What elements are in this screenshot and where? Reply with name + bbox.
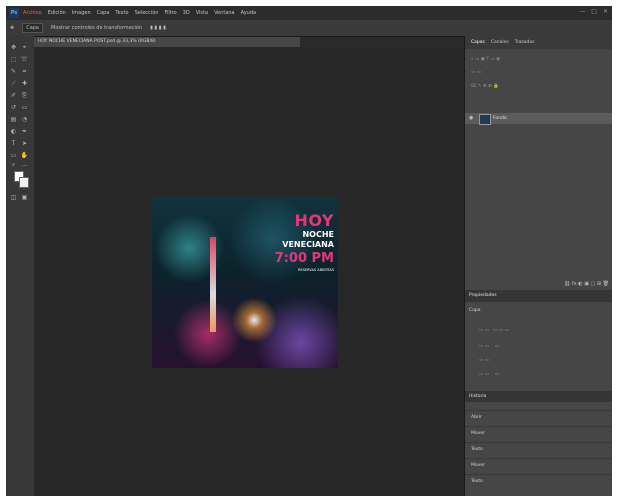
lock-row[interactable]: ⌧ ✎ ✥ ⊞ 🔒 <box>471 84 499 89</box>
transform-controls-checkbox[interactable]: Mostrar controles de transformación <box>51 25 142 31</box>
pen-tool-icon[interactable]: ✒ <box>20 128 29 136</box>
menu-file[interactable]: Archivo <box>23 10 42 16</box>
properties-panel-header: Propiedades <box>465 290 612 302</box>
eyedropper-tool-icon[interactable]: ⟋ <box>9 80 18 88</box>
menu-3d[interactable]: 3D <box>183 10 190 16</box>
type-tool-icon[interactable]: T <box>9 140 18 148</box>
properties-layer-label: Capa <box>469 308 481 313</box>
move-tool-icon[interactable]: ✥ <box>10 25 14 31</box>
layer-row[interactable]: ◉ Fondo <box>465 113 612 125</box>
poster-veneciana-text: VENECIANA <box>282 240 334 249</box>
canvas-area[interactable]: HOY NOCHE VENECIANA 7:00 PM RESERVAS ABI… <box>34 47 464 496</box>
history-item[interactable]: Texto <box>465 474 612 488</box>
menu-filter[interactable]: Filtro <box>164 10 176 16</box>
maximize-icon[interactable]: □ <box>591 8 597 15</box>
layer-thumbnail <box>479 114 491 125</box>
menu-layer[interactable]: Capa <box>97 10 110 16</box>
quick-select-tool-icon[interactable]: ✎ <box>9 68 18 76</box>
minimize-icon[interactable]: — <box>579 8 585 15</box>
history-brush-tool-icon[interactable]: ↺ <box>9 104 18 112</box>
healing-tool-icon[interactable]: ✚ <box>20 80 29 88</box>
eraser-tool-icon[interactable]: ▭ <box>20 104 29 112</box>
zoom-tool-icon[interactable]: ⌕ <box>9 161 18 169</box>
document-tab-bar: HOY NOCHE VENECIANA POST.psd @ 33,3% (RG… <box>34 37 464 47</box>
tab-paths[interactable]: Trazados <box>515 40 535 45</box>
marquee-tool-icon[interactable]: ⬚ <box>9 56 18 64</box>
layers-panel-tabs: Capas Canales Trazados <box>465 36 612 49</box>
document-tab[interactable]: HOY NOCHE VENECIANA POST.psd @ 33,3% (RG… <box>34 37 300 47</box>
menu-image[interactable]: Imagen <box>72 10 91 16</box>
tools-panel: ✥ ⌖ ⬚ ➰ ✎ ⌗ ⟋ ✚ ✐ ⎘ ↺ ▭ ▤ ◔ ◐ ✒ T ➤ ▭ ✋ … <box>6 36 35 496</box>
properties-fields-3[interactable]: ▭ ▭ <box>479 358 489 363</box>
poster-sub-text: RESERVAS ABIERTAS <box>298 268 334 272</box>
window-controls: — □ ✕ <box>579 8 608 15</box>
dodge-tool-icon[interactable]: ◐ <box>9 128 18 136</box>
poster-hoy-text: HOY <box>294 211 334 230</box>
menu-type[interactable]: Texto <box>115 10 128 16</box>
history-item[interactable]: Mover <box>465 458 612 472</box>
properties-fields[interactable]: ▭ ▭ ▭ ▭ ▭ <box>479 328 509 333</box>
crop-tool-icon[interactable]: ⌗ <box>20 68 29 76</box>
path-select-tool-icon[interactable]: ➤ <box>20 140 29 148</box>
layer-filter-row[interactable]: ⌕ ▭ ▣ T ▭ ◉ <box>471 56 500 62</box>
more-tools-icon[interactable]: … <box>20 161 29 169</box>
right-panels: Capas Canales Trazados ⌕ ▭ ▣ T ▭ ◉ ▭ ▭ ⌧… <box>464 36 612 496</box>
lasso-tool-icon[interactable]: ➰ <box>20 56 29 64</box>
photoshop-window: Ps Archivo Edición Imagen Capa Texto Sel… <box>6 6 612 496</box>
history-panel-header: Historia <box>465 391 612 402</box>
history-item[interactable]: Mover <box>465 426 612 440</box>
align-icons[interactable]: ▮ ▮ ▮ ▮ <box>150 25 166 31</box>
tab-layers[interactable]: Capas <box>471 40 485 45</box>
menu-bar: Ps Archivo Edición Imagen Capa Texto Sel… <box>6 6 612 20</box>
clone-tool-icon[interactable]: ⎘ <box>20 92 29 100</box>
properties-fields-4[interactable]: ▭ ▭ ▭ <box>479 372 499 377</box>
brush-tool-icon[interactable]: ✐ <box>9 92 18 100</box>
gradient-tool-icon[interactable]: ▤ <box>9 116 18 124</box>
quick-mask-icon[interactable]: ◫ <box>9 194 18 202</box>
artboard-tool-icon[interactable]: ⌖ <box>20 44 29 52</box>
options-bar: ✥ Capa Mostrar controles de transformaci… <box>6 20 612 37</box>
auto-select-dropdown[interactable]: Capa <box>22 23 43 33</box>
move-tool-icon[interactable]: ✥ <box>9 44 18 52</box>
poster-time-text: 7:00 PM <box>274 251 334 266</box>
background-color-swatch[interactable] <box>19 177 29 188</box>
menu-edit[interactable]: Edición <box>48 10 66 16</box>
menu-view[interactable]: Vista <box>196 10 208 16</box>
menu-window[interactable]: Ventana <box>214 10 235 16</box>
lit-tower-graphic <box>210 237 216 332</box>
blend-mode-row[interactable]: ▭ ▭ <box>471 70 481 75</box>
shape-tool-icon[interactable]: ▭ <box>9 152 18 160</box>
close-icon[interactable]: ✕ <box>603 8 608 15</box>
hand-tool-icon[interactable]: ✋ <box>20 152 29 160</box>
eye-icon[interactable]: ◉ <box>469 114 473 123</box>
blur-tool-icon[interactable]: ◔ <box>20 116 29 124</box>
tab-channels[interactable]: Canales <box>491 40 509 45</box>
history-item[interactable]: Texto <box>465 442 612 456</box>
properties-fields-2[interactable]: ▭ ▭ ▭ <box>479 344 499 349</box>
menu-help[interactable]: Ayuda <box>241 10 256 16</box>
photoshop-logo-icon: Ps <box>9 8 19 18</box>
layer-actions-icons[interactable]: ⛓ fx ◐ ▣ ▢ ⊞ 🗑 <box>564 281 609 287</box>
history-item[interactable]: Abrir <box>465 410 612 424</box>
menu-select[interactable]: Selección <box>135 10 159 16</box>
screen-mode-icon[interactable]: ▣ <box>20 194 29 202</box>
poster-artwork[interactable]: HOY NOCHE VENECIANA 7:00 PM RESERVAS ABI… <box>152 197 338 368</box>
poster-noche-text: NOCHE <box>302 230 334 239</box>
layer-name[interactable]: Fondo <box>493 114 507 123</box>
